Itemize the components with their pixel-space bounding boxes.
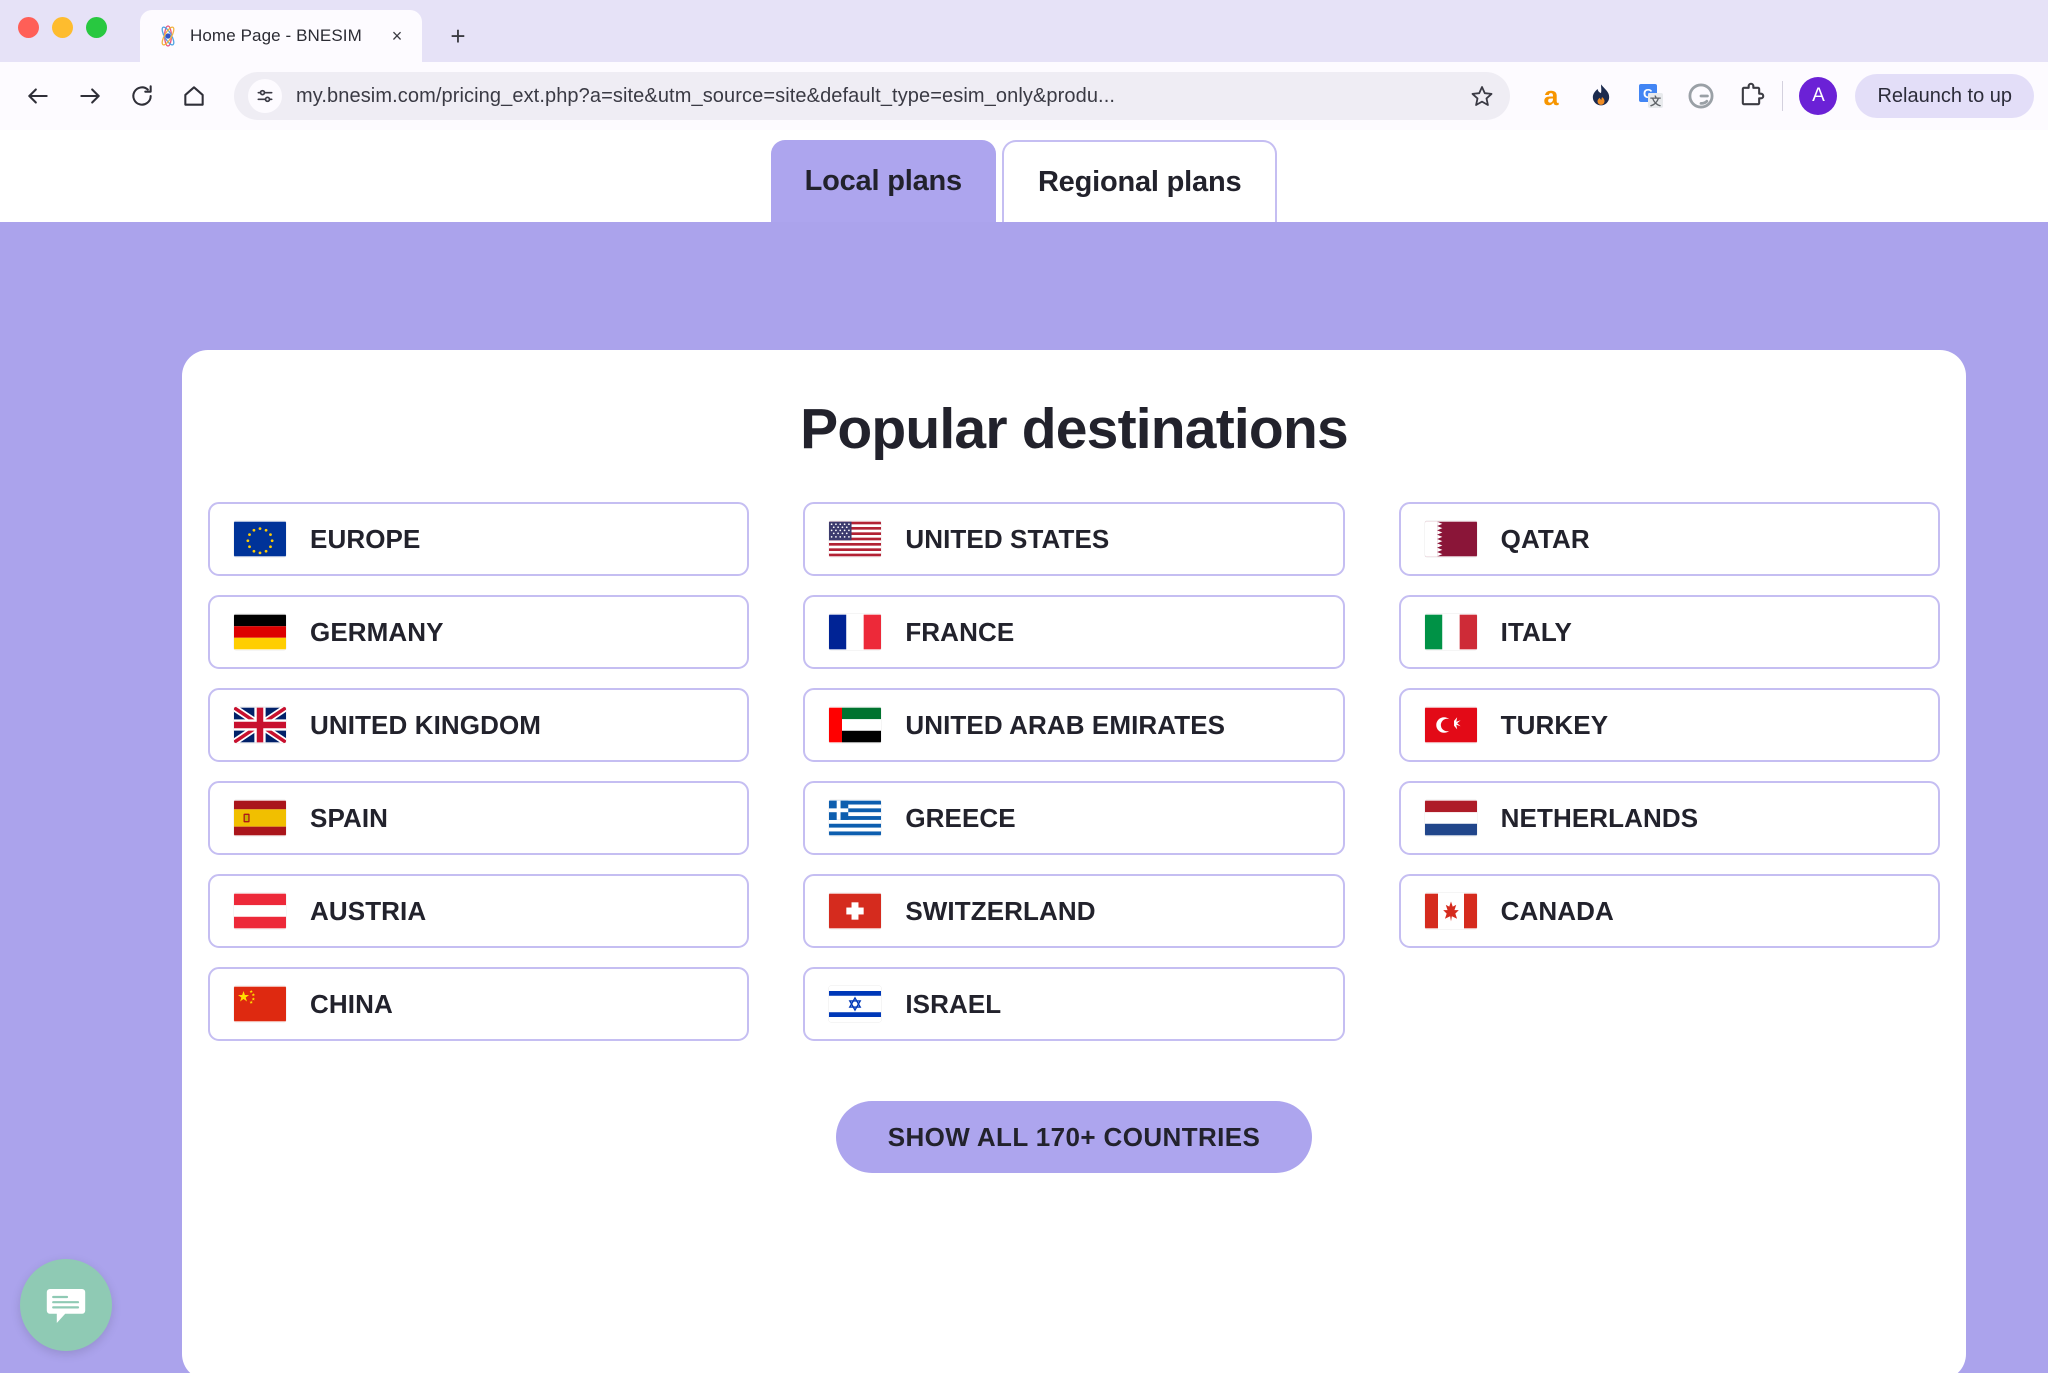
grid-empty-cell xyxy=(1399,967,1940,1041)
flag-germany-icon xyxy=(234,614,286,650)
country-label: AUSTRIA xyxy=(310,895,427,926)
tune-icon[interactable] xyxy=(248,79,282,113)
minimize-window-button[interactable] xyxy=(52,17,73,38)
grammarly-icon[interactable] xyxy=(1684,79,1718,113)
reload-icon[interactable] xyxy=(118,72,166,120)
country-label: TURKEY xyxy=(1500,709,1609,740)
bnesim-logo-icon xyxy=(156,24,180,48)
flag-qatar-icon xyxy=(1424,521,1477,557)
country-label: UNITED STATES xyxy=(905,523,1110,554)
address-bar[interactable]: my.bnesim.com/pricing_ext.php?a=site&utm… xyxy=(234,72,1511,120)
chat-bubble-icon[interactable] xyxy=(20,1259,112,1351)
country-label: SWITZERLAND xyxy=(905,895,1096,926)
flag-china-icon xyxy=(234,986,286,1022)
url-text: my.bnesim.com/pricing_ext.php?a=site&utm… xyxy=(296,84,1116,107)
star-icon[interactable] xyxy=(1462,76,1502,116)
country-label: CANADA xyxy=(1500,895,1614,926)
browser-window: Home Page - BNESIM × + my.bnesim.com/pri xyxy=(0,0,2048,1373)
country-card-italy[interactable]: ITALY xyxy=(1398,595,1940,669)
country-label: ITALY xyxy=(1500,616,1572,647)
avatar[interactable]: A xyxy=(1799,77,1838,115)
flag-greece-icon xyxy=(829,800,882,836)
country-card-turkey[interactable]: TURKEY xyxy=(1398,688,1940,762)
country-card-spain[interactable]: SPAIN xyxy=(208,781,750,855)
country-card-austria[interactable]: AUSTRIA xyxy=(208,874,750,948)
page-title: Popular destinations xyxy=(800,397,1349,461)
flag-united-states-icon xyxy=(829,521,882,557)
flag-switzerland-icon xyxy=(829,893,882,929)
window-controls xyxy=(18,17,107,38)
flag-israel-icon xyxy=(829,986,882,1022)
forward-arrow-icon[interactable] xyxy=(66,72,114,120)
country-card-canada[interactable]: CANADA xyxy=(1398,874,1940,948)
country-card-france[interactable]: FRANCE xyxy=(803,595,1345,669)
country-card-china[interactable]: CHINA xyxy=(208,967,750,1041)
browser-toolbar: my.bnesim.com/pricing_ext.php?a=site&utm… xyxy=(0,62,2048,130)
show-all-countries-button[interactable]: SHOW ALL 170+ COUNTRIES xyxy=(835,1101,1313,1173)
grammarly-flame-icon[interactable] xyxy=(1584,79,1618,113)
country-label: ISRAEL xyxy=(905,988,1002,1019)
country-label: UNITED KINGDOM xyxy=(310,709,542,740)
plan-tabs: Local plans Regional plans xyxy=(0,130,2048,222)
country-label: QATAR xyxy=(1500,523,1590,554)
country-label: GREECE xyxy=(905,802,1016,833)
extensions-puzzle-icon[interactable] xyxy=(1734,79,1768,113)
flag-europe-icon xyxy=(234,521,286,557)
tab-regional-plans[interactable]: Regional plans xyxy=(1001,140,1278,222)
country-card-israel[interactable]: ISRAEL xyxy=(803,967,1345,1041)
flag-austria-icon xyxy=(234,893,286,929)
country-label: NETHERLANDS xyxy=(1500,802,1699,833)
country-label: UNITED ARAB EMIRATES xyxy=(905,709,1226,740)
svg-text:文: 文 xyxy=(1650,94,1662,108)
country-card-greece[interactable]: GREECE xyxy=(803,781,1345,855)
flag-united-kingdom-icon xyxy=(234,707,286,743)
maximize-window-button[interactable] xyxy=(86,17,107,38)
countries-grid: EUROPE UNITED STATES QATAR GERMANY FRANC… xyxy=(182,462,1966,1041)
relaunch-update-button[interactable]: Relaunch to up xyxy=(1855,74,2034,118)
country-label: SPAIN xyxy=(310,802,389,833)
show-all-wrapper: SHOW ALL 170+ COUNTRIES xyxy=(182,1101,1966,1173)
toolbar-divider xyxy=(1782,81,1784,111)
destinations-card: Popular destinations EUROPE UNITED STATE… xyxy=(182,350,1966,1373)
flag-france-icon xyxy=(829,614,882,650)
country-card-qatar[interactable]: QATAR xyxy=(1398,502,1940,576)
back-arrow-icon[interactable] xyxy=(14,72,62,120)
close-icon[interactable]: × xyxy=(384,23,410,49)
new-tab-button[interactable]: + xyxy=(438,16,478,56)
tab-local-plans[interactable]: Local plans xyxy=(770,140,996,222)
country-card-united-kingdom[interactable]: UNITED KINGDOM xyxy=(208,688,750,762)
country-label: EUROPE xyxy=(310,523,421,554)
country-label: GERMANY xyxy=(310,616,444,647)
flag-netherlands-icon xyxy=(1424,800,1477,836)
close-window-button[interactable] xyxy=(18,17,39,38)
country-card-netherlands[interactable]: NETHERLANDS xyxy=(1398,781,1940,855)
extension-icons: a G 文 xyxy=(1524,79,1768,113)
country-label: CHINA xyxy=(310,988,393,1019)
google-translate-icon[interactable]: G 文 xyxy=(1634,79,1668,113)
browser-tab[interactable]: Home Page - BNESIM × xyxy=(140,10,422,62)
tab-strip: Home Page - BNESIM × + xyxy=(0,0,2048,62)
flag-canada-icon xyxy=(1424,893,1477,929)
amazon-extension-icon[interactable]: a xyxy=(1534,79,1568,113)
flag-spain-icon xyxy=(234,800,286,836)
flag-turkey-icon xyxy=(1424,707,1477,743)
home-icon[interactable] xyxy=(170,72,218,120)
country-card-europe[interactable]: EUROPE xyxy=(208,502,750,576)
flag-italy-icon xyxy=(1424,614,1477,650)
country-label: FRANCE xyxy=(905,616,1015,647)
country-card-switzerland[interactable]: SWITZERLAND xyxy=(803,874,1345,948)
svg-text:a: a xyxy=(1544,81,1560,111)
tab-title: Home Page - BNESIM xyxy=(190,26,362,45)
country-card-united-arab-emirates[interactable]: UNITED ARAB EMIRATES xyxy=(803,688,1345,762)
flag-united-arab-emirates-icon xyxy=(829,707,882,743)
country-card-germany[interactable]: GERMANY xyxy=(208,595,750,669)
country-card-united-states[interactable]: UNITED STATES xyxy=(803,502,1345,576)
page-content: Local plans Regional plans Popular desti… xyxy=(0,130,2048,1373)
